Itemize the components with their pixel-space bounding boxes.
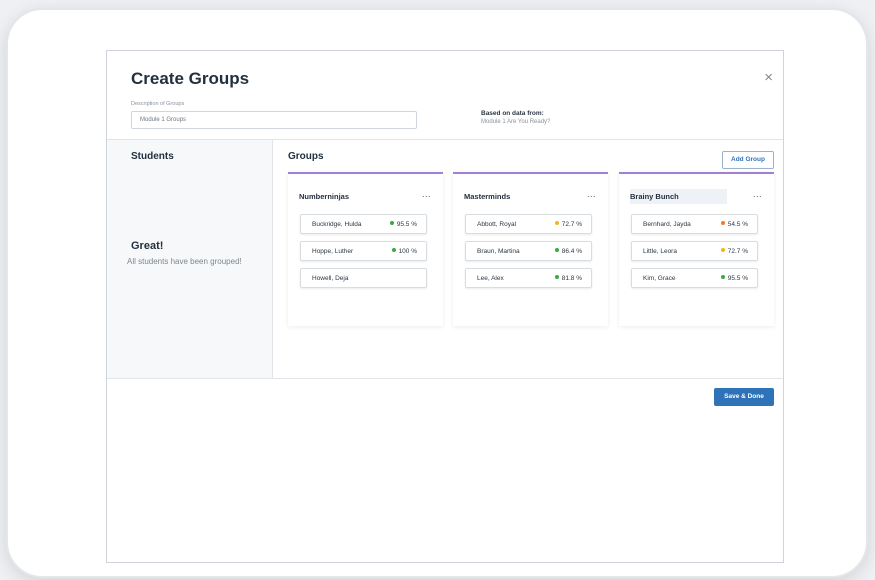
add-group-button[interactable]: Add Group [722,151,774,169]
student-name: Howell, Deja [312,275,349,282]
group-card: Masterminds ... Abbott, Royal 72.7 % Bra… [453,172,608,326]
status-dot-icon [391,248,396,252]
group-card: Numberninjas ... Buckridge, Hulda 95.5 %… [288,172,443,326]
student-score: 72.7 % [720,248,748,255]
student-name: Lee, Alex [477,275,504,282]
tablet-frame: Create Groups × Description of Groups Mo… [8,10,866,576]
student-score: 81.8 % [554,275,582,282]
more-options-icon[interactable]: ... [422,189,431,199]
students-panel: Students Great! All students have been g… [107,140,273,378]
group-name[interactable]: Brainy Bunch [630,189,727,204]
create-groups-dialog: Create Groups × Description of Groups Mo… [106,50,784,563]
status-dot-icon [554,221,559,225]
student-card[interactable]: Buckridge, Hulda 95.5 % [300,214,427,234]
student-card[interactable]: Kim, Grace 95.5 % [631,268,758,288]
student-score: 95.5 % [720,275,748,282]
based-on-value: Module 1 Are You Ready? [481,119,551,125]
save-done-button[interactable]: Save & Done [714,388,774,406]
student-card[interactable]: Hoppe, Luther 100 % [300,241,427,261]
status-dot-icon [720,248,725,252]
student-name: Hoppe, Luther [312,248,354,255]
grouping-board: Students Great! All students have been g… [107,139,783,379]
status-dot-icon [720,221,725,225]
status-dot-icon [720,275,725,279]
student-card[interactable]: Braun, Martina 86.4 % [465,241,592,261]
student-name: Buckridge, Hulda [312,221,362,228]
description-label: Description of Groups [131,101,185,107]
groups-title: Groups [288,151,324,162]
group-name[interactable]: Masterminds [464,192,510,201]
student-score: 86.4 % [554,248,582,255]
student-name: Abbott, Royal [477,221,517,228]
student-score: 100 % [391,248,417,255]
students-title: Students [131,151,174,162]
status-dot-icon [389,221,394,225]
student-name: Bernhard, Jayda [643,221,691,228]
status-title: Great! [131,240,164,252]
based-on-label: Based on data from: [481,110,544,117]
student-name: Kim, Grace [643,275,676,282]
student-card[interactable]: Little, Leora 72.7 % [631,241,758,261]
student-card[interactable]: Abbott, Royal 72.7 % [465,214,592,234]
student-score: 72.7 % [554,221,582,228]
more-options-icon[interactable]: ... [587,189,596,199]
close-icon[interactable]: × [764,69,773,86]
student-card[interactable]: Lee, Alex 81.8 % [465,268,592,288]
student-name: Little, Leora [643,248,677,255]
group-card: Brainy Bunch ... Bernhard, Jayda 54.5 % … [619,172,774,326]
student-score: 95.5 % [389,221,417,228]
student-card[interactable]: Bernhard, Jayda 54.5 % [631,214,758,234]
more-options-icon[interactable]: ... [753,189,762,199]
student-name: Braun, Martina [477,248,520,255]
status-dot-icon [554,275,559,279]
student-score: 54.5 % [720,221,748,228]
description-input[interactable]: Module 1 Groups [131,111,417,129]
status-text: All students have been grouped! [127,257,242,266]
status-dot-icon [554,248,559,252]
student-card[interactable]: Howell, Deja [300,268,427,288]
group-name[interactable]: Numberninjas [299,192,349,201]
dialog-title: Create Groups [131,69,250,88]
